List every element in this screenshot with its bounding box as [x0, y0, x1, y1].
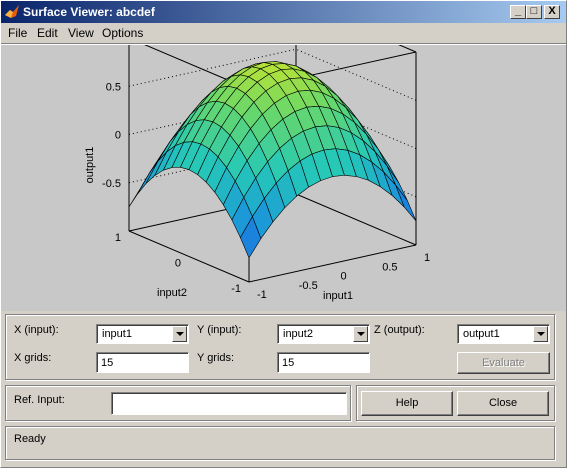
y-grids-label: Y grids: — [197, 352, 235, 364]
y-input-value: input2 — [283, 328, 313, 340]
x-tick-label: 0.5 — [382, 261, 397, 273]
z-tick-label: 0.5 — [106, 81, 121, 93]
chevron-down-icon[interactable] — [172, 326, 187, 342]
y-input-label: Y (input): — [197, 324, 242, 336]
y-tick-label: 1 — [115, 232, 121, 244]
axis-box-edge — [128, 230, 250, 283]
menu-file[interactable]: File — [8, 26, 27, 40]
menu-view[interactable]: View — [68, 26, 94, 40]
z-output-select[interactable]: output1 — [457, 324, 550, 344]
surface-viewer-window: Surface Viewer: abcdef _ □ X File Edit V… — [0, 0, 567, 468]
action-buttons-panel: Help Close — [356, 385, 555, 421]
y-axis-label: input2 — [157, 287, 187, 299]
surface-plot[interactable]: 0.5 0 -0.5 -1 -0.5 0 0.5 1 1 0 -1 output1 input1 inpu… — [1, 45, 566, 311]
x-axis-label: input1 — [323, 290, 353, 302]
chevron-down-icon[interactable] — [533, 326, 548, 342]
x-grids-label: X grids: — [14, 352, 52, 364]
menu-options[interactable]: Options — [102, 26, 143, 40]
title-bar[interactable]: Surface Viewer: abcdef _ □ X — [1, 1, 566, 23]
matlab-logo-icon — [5, 5, 19, 18]
close-window-button[interactable]: X — [544, 5, 560, 19]
ref-input-panel: Ref. Input: — [5, 385, 351, 421]
maximize-button[interactable]: □ — [526, 5, 542, 19]
x-tick-label: -0.5 — [299, 280, 318, 292]
x-tick-label: 1 — [424, 252, 430, 264]
status-text: Ready — [14, 433, 46, 445]
axis-box-edge — [398, 45, 417, 53]
close-button[interactable]: Close — [457, 391, 549, 416]
x-tick-label: -1 — [257, 289, 267, 301]
menu-edit[interactable]: Edit — [37, 26, 58, 40]
surface-patch — [137, 160, 159, 195]
x-input-label: X (input): — [14, 324, 59, 336]
menu-bar: File Edit View Options — [1, 24, 566, 42]
z-output-value: output1 — [463, 328, 500, 340]
z-output-label: Z (output): — [374, 324, 425, 336]
axes-controls-panel: X (input): input1 Y (input): input2 Z (o… — [5, 314, 555, 380]
y-tick-label: 0 — [175, 258, 181, 270]
ref-input-label: Ref. Input: — [14, 394, 65, 406]
z-tick-label: -0.5 — [102, 178, 121, 190]
x-tick-label: 0 — [341, 271, 347, 283]
x-input-value: input1 — [102, 328, 132, 340]
x-grids-input[interactable]: 15 — [96, 352, 189, 373]
help-button[interactable]: Help — [361, 391, 453, 416]
z-axis-label: output1 — [84, 147, 96, 184]
minimize-button[interactable]: _ — [510, 5, 526, 19]
x-input-select[interactable]: input1 — [96, 324, 189, 344]
y-tick-label: -1 — [231, 283, 241, 295]
ref-input-field[interactable] — [111, 392, 347, 415]
axis-box-edge — [295, 193, 417, 246]
z-tick-label: 0 — [115, 130, 121, 142]
evaluate-button[interactable]: Evaluate — [457, 352, 550, 374]
chevron-down-icon[interactable] — [353, 326, 368, 342]
surface-patch — [395, 184, 417, 222]
y-input-select[interactable]: input2 — [277, 324, 370, 344]
y-grids-input[interactable]: 15 — [277, 352, 370, 373]
status-bar: Ready — [5, 426, 555, 460]
window-title: Surface Viewer: abcdef — [23, 5, 155, 19]
surface-plot-area[interactable]: 0.5 0 -0.5 -1 -0.5 0 0.5 1 1 0 -1 output1 input1 inpu… — [1, 45, 566, 311]
